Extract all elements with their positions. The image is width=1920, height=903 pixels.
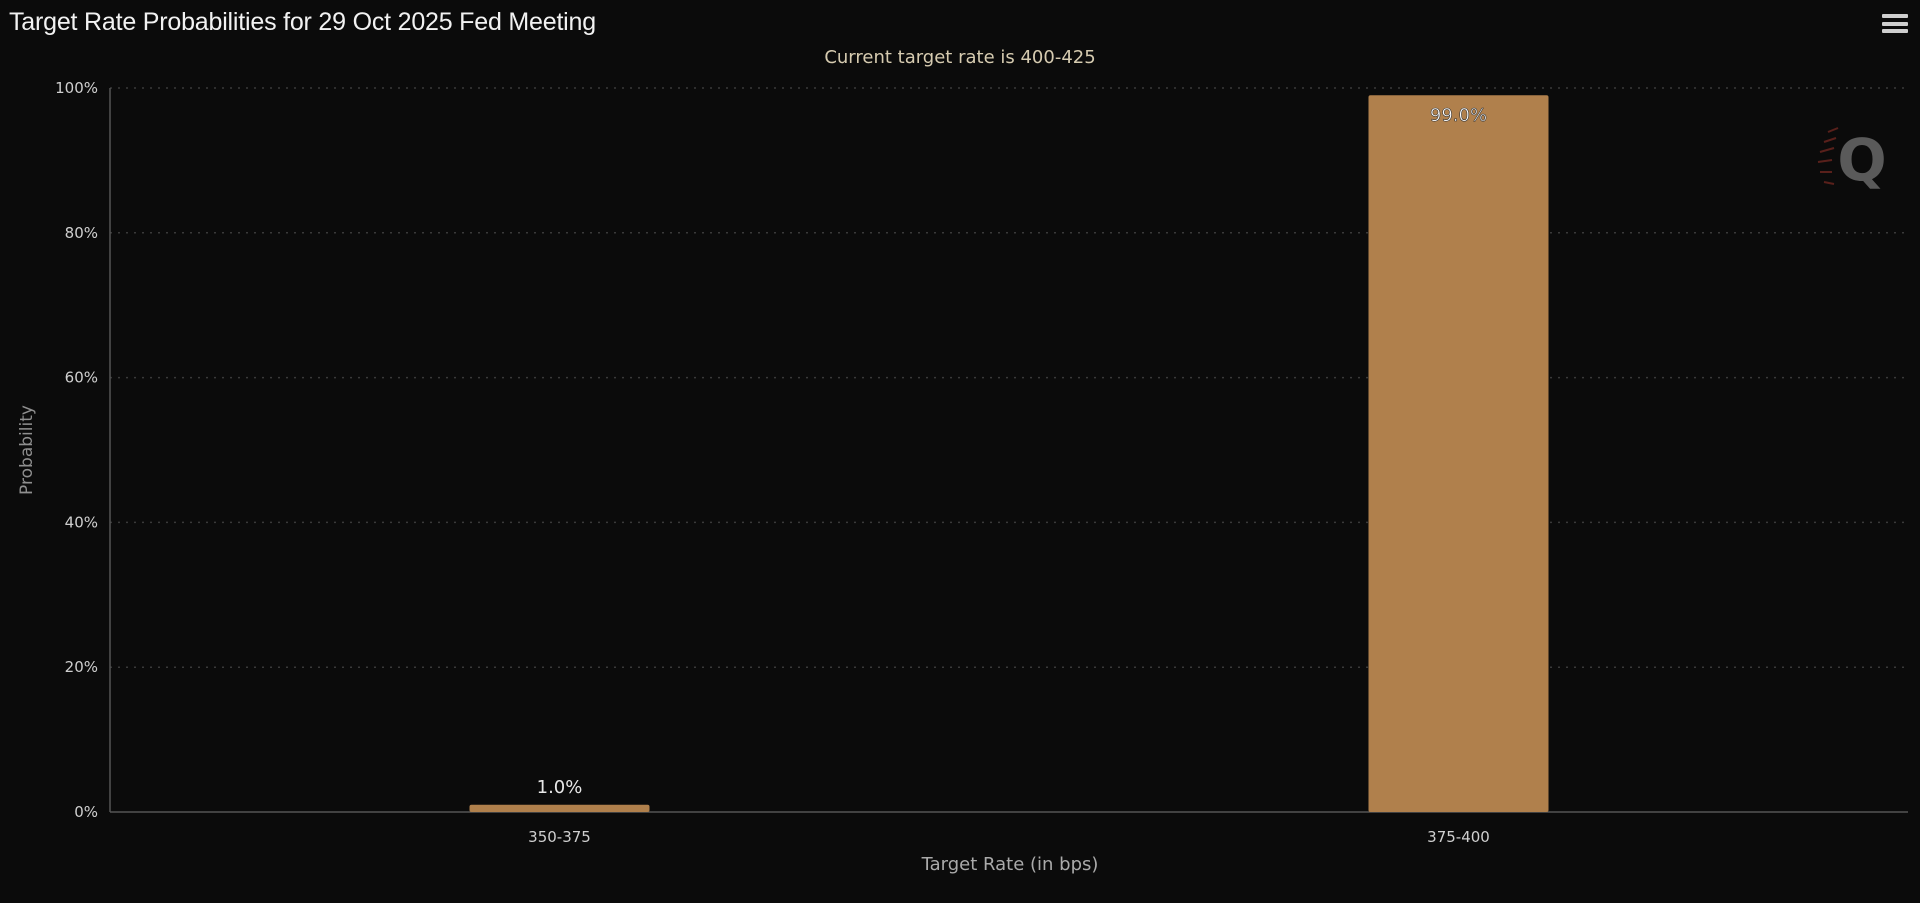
bar bbox=[1368, 95, 1549, 813]
y-axis-title: Probability bbox=[17, 405, 37, 495]
y-tick-label: 40% bbox=[65, 513, 98, 531]
bar bbox=[469, 804, 650, 812]
y-tick-label: 100% bbox=[55, 79, 98, 97]
bar-chart: 0% 20% 40% 60% 80% 100% 1.0% 350-375 99.0% 375-40… bbox=[17, 79, 1908, 875]
y-tick-label: 20% bbox=[65, 658, 98, 676]
y-tick-label: 80% bbox=[65, 224, 98, 242]
y-tick-label: 60% bbox=[65, 369, 98, 387]
x-tick-label: 350-375 bbox=[528, 828, 591, 846]
y-tick-label: 0% bbox=[74, 803, 98, 821]
data-label: 1.0% bbox=[537, 777, 583, 798]
data-label: 99.0% bbox=[1430, 105, 1487, 126]
x-tick-label: 375-400 bbox=[1427, 828, 1490, 846]
x-axis-title: Target Rate (in bps) bbox=[921, 854, 1099, 875]
